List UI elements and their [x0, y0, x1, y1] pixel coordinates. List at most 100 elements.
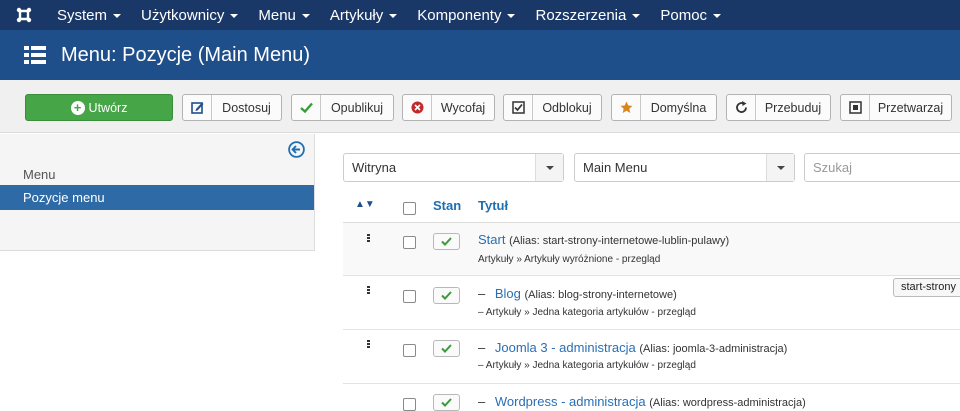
caret-down-icon — [632, 14, 641, 18]
drag-handle-icon[interactable] — [367, 234, 370, 243]
item-title-line: – Joomla 3 - administracja (Alias: jooml… — [478, 340, 787, 355]
checkin-button[interactable]: Odblokuj — [503, 94, 602, 121]
published-toggle[interactable] — [433, 394, 460, 411]
nav-content[interactable]: Artykuły — [321, 0, 408, 30]
unpublish-label: Wycofaj — [440, 100, 486, 115]
table-header: ▲▼ Stan Tytuł — [343, 189, 960, 223]
client-select-value: Witryna — [352, 160, 397, 175]
unpublish-icon — [403, 95, 432, 120]
nav-label: Artykuły — [329, 6, 384, 24]
sidebar: Menu Pozycje menu — [0, 134, 315, 251]
nav-label: Komponenty — [417, 6, 502, 24]
item-type: Artykuły » Artykuły wyróżnione - przeglą… — [478, 254, 661, 265]
nav-components[interactable]: Komponenty — [408, 0, 526, 30]
row-checkbox[interactable] — [403, 236, 416, 249]
item-title-link[interactable]: Blog — [495, 286, 521, 301]
nav-label: Użytkownicy — [141, 6, 225, 24]
star-icon — [612, 95, 641, 120]
toolbar: + Utwórz Dostosuj Opublikuj Wycofaj Odbl… — [0, 80, 960, 133]
edit-button[interactable]: Dostosuj — [182, 94, 282, 121]
page-title: Menu: Pozycje (Main Menu) — [61, 43, 310, 66]
drag-handle-icon[interactable] — [367, 286, 370, 295]
item-type: – Artykuły » Jedna kategoria artykułów -… — [478, 360, 696, 371]
batch-square-icon — [841, 95, 870, 120]
edit-label: Dostosuj — [222, 100, 271, 115]
search-input[interactable] — [804, 153, 960, 182]
page-header: Menu: Pozycje (Main Menu) — [0, 30, 960, 80]
item-title-link[interactable]: Start — [478, 232, 505, 247]
published-toggle[interactable] — [433, 233, 460, 250]
drag-handle-icon[interactable] — [367, 340, 370, 349]
plus-circle-icon: + — [70, 100, 85, 115]
sort-order-icon[interactable]: ▲▼ — [355, 199, 375, 210]
nav-system[interactable]: System — [48, 0, 132, 30]
unpublish-button[interactable]: Wycofaj — [402, 94, 495, 121]
published-toggle[interactable] — [433, 287, 460, 304]
item-type: – Artykuły » Jedna kategoria artykułów -… — [478, 307, 696, 318]
caret-down-icon — [301, 14, 310, 18]
caret-down-icon — [113, 14, 122, 18]
default-label: Domyślna — [650, 100, 707, 115]
menu-select[interactable]: Main Menu — [574, 153, 795, 182]
table-row: Start (Alias: start-strony-internetowe-l… — [343, 223, 960, 276]
create-button[interactable]: + Utwórz — [25, 94, 173, 121]
nav-label: Rozszerzenia — [535, 6, 627, 24]
joomla-logo-icon[interactable] — [0, 0, 48, 30]
caret-down-icon — [713, 14, 722, 18]
level-dash: – — [478, 340, 486, 355]
check-icon — [441, 291, 452, 300]
item-title-line: – Wordpress - administracja (Alias: word… — [478, 394, 806, 409]
publish-button[interactable]: Opublikuj — [291, 94, 394, 121]
nav-users[interactable]: Użytkownicy — [132, 0, 249, 30]
column-title-header[interactable]: Tytuł — [478, 198, 508, 213]
caret-down-icon — [389, 14, 398, 18]
select-all-checkbox[interactable] — [403, 202, 416, 215]
checkin-label: Odblokuj — [542, 100, 592, 115]
published-toggle[interactable] — [433, 340, 460, 357]
item-title-link[interactable]: Wordpress - administracja — [495, 394, 646, 409]
level-dash: – — [478, 307, 484, 318]
caret-down-icon — [230, 14, 239, 18]
check-icon — [441, 237, 452, 246]
table-row: – Joomla 3 - administracja (Alias: jooml… — [343, 331, 960, 384]
edit-icon — [183, 95, 212, 120]
level-dash: – — [478, 286, 486, 301]
check-icon — [292, 95, 321, 120]
list-icon — [24, 46, 46, 64]
top-navbar: System Użytkownicy Menu Artykuły Kompone… — [0, 0, 960, 30]
chevron-down-icon — [535, 154, 563, 181]
collapse-sidebar-icon[interactable] — [288, 141, 305, 158]
batch-label: Przetwarzaj — [877, 100, 944, 115]
sidebar-heading[interactable]: Menu — [23, 167, 56, 182]
table-row: – Blog (Alias: blog-strony-internetowe) … — [343, 277, 960, 330]
nav-menus[interactable]: Menu — [249, 0, 321, 30]
level-dash: – — [478, 360, 484, 371]
item-alias: (Alias: blog-strony-internetowe) — [524, 289, 677, 301]
sidebar-item-menu-items[interactable]: Pozycje menu — [0, 185, 314, 210]
item-alias: (Alias: start-strony-internetowe-lublin-… — [509, 235, 730, 247]
item-title-link[interactable]: Joomla 3 - administracja — [495, 340, 636, 355]
refresh-icon — [727, 95, 756, 120]
item-alias: (Alias: joomla-3-administracja) — [639, 343, 788, 355]
column-state-header[interactable]: Stan — [433, 198, 461, 213]
chevron-down-icon — [766, 154, 794, 181]
rebuild-button[interactable]: Przebuduj — [726, 94, 831, 121]
table-row: – Wordpress - administracja (Alias: word… — [343, 385, 960, 411]
check-icon — [441, 398, 452, 407]
level-dash: – — [478, 394, 486, 409]
nav-label: Menu — [258, 6, 296, 24]
batch-button[interactable]: Przetwarzaj — [840, 94, 952, 121]
nav-label: System — [57, 6, 108, 24]
row-checkbox[interactable] — [403, 344, 416, 357]
row-checkbox[interactable] — [403, 398, 416, 411]
row-checkbox[interactable] — [403, 290, 416, 303]
create-label: Utwórz — [88, 100, 128, 115]
nav-help[interactable]: Pomoc — [651, 0, 732, 30]
publish-label: Opublikuj — [330, 100, 384, 115]
nav-extensions[interactable]: Rozszerzenia — [526, 0, 651, 30]
default-button[interactable]: Domyślna — [611, 94, 717, 121]
check-icon — [441, 344, 452, 353]
client-select[interactable]: Witryna — [343, 153, 564, 182]
menu-select-value: Main Menu — [583, 160, 648, 175]
item-alias: (Alias: wordpress-administracja) — [649, 397, 806, 409]
